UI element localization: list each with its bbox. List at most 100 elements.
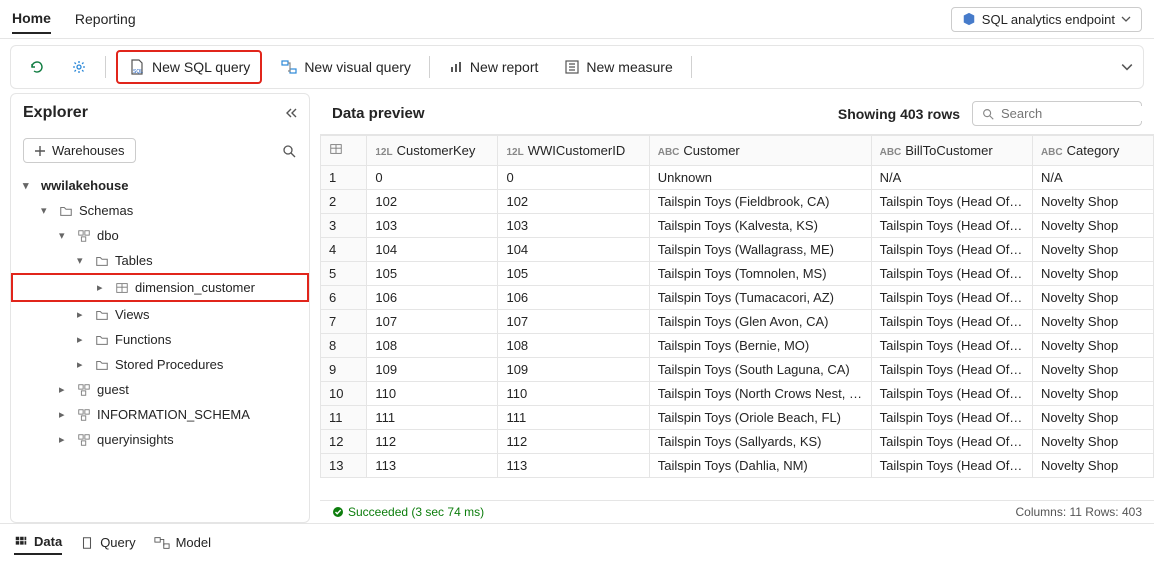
home-tab[interactable]: Home — [12, 4, 51, 34]
cell[interactable]: Novelty Shop — [1032, 262, 1153, 286]
table-row[interactable]: 3103103Tailspin Toys (Kalvesta, KS)Tails… — [321, 214, 1154, 238]
table-row[interactable]: 8108108Tailspin Toys (Bernie, MO)Tailspi… — [321, 334, 1154, 358]
cell[interactable]: 113 — [367, 454, 498, 478]
cell[interactable]: 110 — [367, 382, 498, 406]
cell[interactable]: N/A — [1032, 166, 1153, 190]
cell[interactable]: Novelty Shop — [1032, 430, 1153, 454]
cell[interactable]: Tailspin Toys (South Laguna, CA) — [649, 358, 871, 382]
tree-information-schema[interactable]: ▸ INFORMATION_SCHEMA — [11, 402, 309, 427]
table-row[interactable]: 11111111Tailspin Toys (Oriole Beach, FL)… — [321, 406, 1154, 430]
cell[interactable]: Novelty Shop — [1032, 286, 1153, 310]
collapse-panel-icon[interactable] — [283, 106, 297, 120]
table-row[interactable]: 7107107Tailspin Toys (Glen Avon, CA)Tail… — [321, 310, 1154, 334]
table-row[interactable]: 9109109Tailspin Toys (South Laguna, CA)T… — [321, 358, 1154, 382]
cell[interactable]: Tailspin Toys (Bernie, MO) — [649, 334, 871, 358]
cell[interactable]: Tailspin Toys (Head Office) — [871, 406, 1032, 430]
column-header[interactable]: ABCBillToCustomer — [871, 136, 1032, 166]
cell[interactable]: Tailspin Toys (Tumacacori, AZ) — [649, 286, 871, 310]
cell[interactable]: 105 — [498, 262, 649, 286]
table-row[interactable]: 4104104Tailspin Toys (Wallagrass, ME)Tai… — [321, 238, 1154, 262]
tree-stored-procedures[interactable]: ▸ Stored Procedures — [11, 352, 309, 377]
cell[interactable]: Tailspin Toys (Fieldbrook, CA) — [649, 190, 871, 214]
tree-dimension-customer[interactable]: ▸ dimension_customer — [13, 275, 307, 300]
tree-views[interactable]: ▸ Views — [11, 302, 309, 327]
cell[interactable]: Tailspin Toys (Kalvesta, KS) — [649, 214, 871, 238]
toolbar-chevron-down-icon[interactable] — [1121, 61, 1133, 73]
cell[interactable]: Tailspin Toys (Wallagrass, ME) — [649, 238, 871, 262]
cell[interactable]: Tailspin Toys (Head Office) — [871, 214, 1032, 238]
cell[interactable]: 102 — [498, 190, 649, 214]
table-row[interactable]: 12112112Tailspin Toys (Sallyards, KS)Tai… — [321, 430, 1154, 454]
cell[interactable]: Unknown — [649, 166, 871, 190]
cell[interactable]: 103 — [498, 214, 649, 238]
search-input[interactable] — [1001, 106, 1154, 121]
tree-lakehouse[interactable]: ▾ wwilakehouse — [11, 173, 309, 198]
cell[interactable]: 102 — [367, 190, 498, 214]
tree-queryinsights[interactable]: ▸ queryinsights — [11, 427, 309, 452]
table-row[interactable]: 2102102Tailspin Toys (Fieldbrook, CA)Tai… — [321, 190, 1154, 214]
table-row[interactable]: 13113113Tailspin Toys (Dahlia, NM)Tailsp… — [321, 454, 1154, 478]
tree-guest[interactable]: ▸ guest — [11, 377, 309, 402]
cell[interactable]: 103 — [367, 214, 498, 238]
cell[interactable]: 104 — [498, 238, 649, 262]
table-row[interactable]: 5105105Tailspin Toys (Tomnolen, MS)Tails… — [321, 262, 1154, 286]
tree-functions[interactable]: ▸ Functions — [11, 327, 309, 352]
cell[interactable]: Tailspin Toys (Head Office) — [871, 190, 1032, 214]
cell[interactable]: 111 — [498, 406, 649, 430]
column-header[interactable]: 12LWWICustomerID — [498, 136, 649, 166]
cell[interactable]: 111 — [367, 406, 498, 430]
cell[interactable]: Novelty Shop — [1032, 190, 1153, 214]
cell[interactable]: Tailspin Toys (Tomnolen, MS) — [649, 262, 871, 286]
cell[interactable]: Novelty Shop — [1032, 406, 1153, 430]
data-grid[interactable]: 12LCustomerKey12LWWICustomerIDABCCustome… — [320, 135, 1154, 478]
footer-tab-model[interactable]: Model — [154, 531, 211, 554]
cell[interactable]: 106 — [498, 286, 649, 310]
sql-endpoint-dropdown[interactable]: SQL analytics endpoint — [951, 7, 1142, 32]
refresh-icon[interactable] — [21, 55, 53, 79]
cell[interactable]: Novelty Shop — [1032, 214, 1153, 238]
table-row[interactable]: 100UnknownN/AN/A — [321, 166, 1154, 190]
cell[interactable]: Tailspin Toys (Oriole Beach, FL) — [649, 406, 871, 430]
cell[interactable]: 113 — [498, 454, 649, 478]
cell[interactable]: 0 — [367, 166, 498, 190]
cell[interactable]: 0 — [498, 166, 649, 190]
cell[interactable]: 112 — [498, 430, 649, 454]
table-row[interactable]: 6106106Tailspin Toys (Tumacacori, AZ)Tai… — [321, 286, 1154, 310]
reporting-tab[interactable]: Reporting — [75, 5, 136, 33]
cell[interactable]: Tailspin Toys (Dahlia, NM) — [649, 454, 871, 478]
settings-icon[interactable] — [63, 55, 95, 79]
cell[interactable]: 112 — [367, 430, 498, 454]
cell[interactable]: 108 — [498, 334, 649, 358]
new-measure-button[interactable]: New measure — [556, 55, 680, 79]
new-report-button[interactable]: New report — [440, 55, 546, 79]
cell[interactable]: 105 — [367, 262, 498, 286]
cell[interactable]: Tailspin Toys (Glen Avon, CA) — [649, 310, 871, 334]
cell[interactable]: Tailspin Toys (Head Office) — [871, 334, 1032, 358]
tree-schemas[interactable]: ▾ Schemas — [11, 198, 309, 223]
cell[interactable]: Tailspin Toys (Sallyards, KS) — [649, 430, 871, 454]
cell[interactable]: 107 — [498, 310, 649, 334]
footer-tab-data[interactable]: Data — [14, 530, 62, 555]
cell[interactable]: Tailspin Toys (Head Office) — [871, 238, 1032, 262]
cell[interactable]: 106 — [367, 286, 498, 310]
cell[interactable]: Tailspin Toys (Head Office) — [871, 454, 1032, 478]
tree-tables[interactable]: ▾ Tables — [11, 248, 309, 273]
cell[interactable]: Novelty Shop — [1032, 454, 1153, 478]
column-header[interactable]: ABCCustomer — [649, 136, 871, 166]
cell[interactable]: Novelty Shop — [1032, 358, 1153, 382]
cell[interactable]: 104 — [367, 238, 498, 262]
cell[interactable]: Novelty Shop — [1032, 238, 1153, 262]
new-sql-query-button[interactable]: SQL New SQL query — [120, 54, 258, 80]
tree-dbo[interactable]: ▾ dbo — [11, 223, 309, 248]
new-visual-query-button[interactable]: New visual query — [272, 54, 419, 80]
cell[interactable]: Tailspin Toys (Head Office) — [871, 262, 1032, 286]
cell[interactable]: Tailspin Toys (Head Office) — [871, 430, 1032, 454]
explorer-search-icon[interactable] — [281, 143, 297, 159]
cell[interactable]: Tailspin Toys (Head Office) — [871, 310, 1032, 334]
table-row[interactable]: 10110110Tailspin Toys (North Crows Nest,… — [321, 382, 1154, 406]
cell[interactable]: Novelty Shop — [1032, 310, 1153, 334]
cell[interactable]: N/A — [871, 166, 1032, 190]
cell[interactable]: 108 — [367, 334, 498, 358]
cell[interactable]: Tailspin Toys (Head Office) — [871, 286, 1032, 310]
footer-tab-query[interactable]: Query — [80, 531, 135, 554]
